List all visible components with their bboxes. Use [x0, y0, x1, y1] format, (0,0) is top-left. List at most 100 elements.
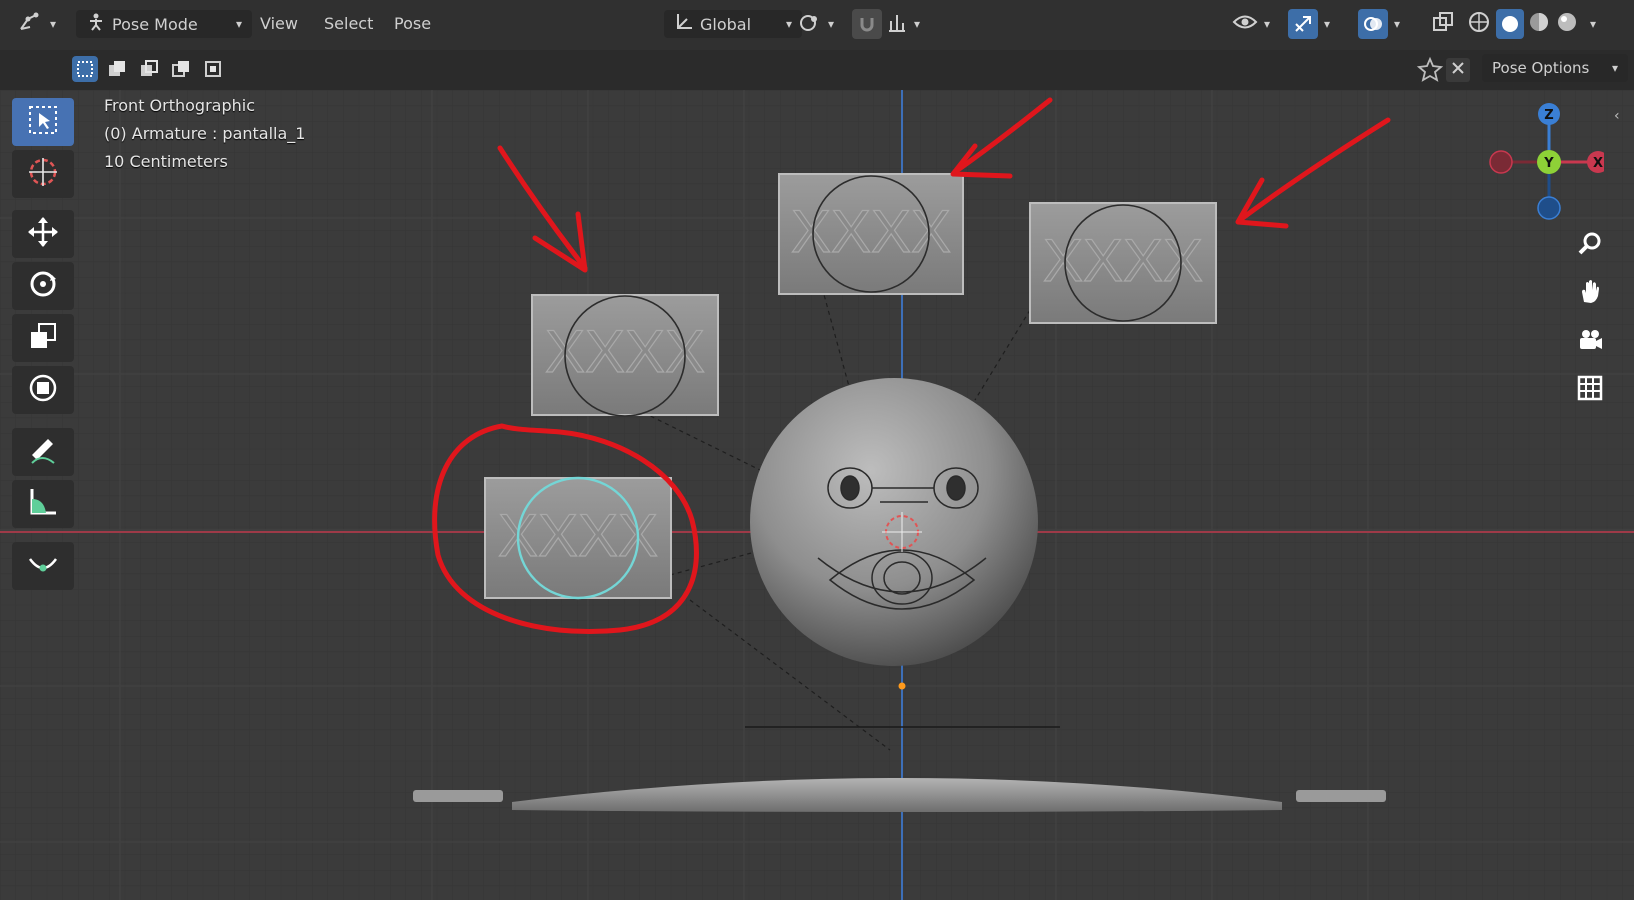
shading-wireframe-button[interactable] — [1468, 10, 1490, 38]
viewport-scene: XXXX XXXX XXXX XXXX — [0, 90, 1634, 900]
snap-target-button[interactable]: ▾ — [886, 10, 920, 38]
mode-dropdown[interactable]: Pose Mode ▾ — [76, 10, 252, 38]
menu-pose[interactable]: Pose — [394, 14, 431, 33]
annotate-tool[interactable] — [12, 428, 74, 476]
select-invert-icon[interactable] — [168, 56, 194, 82]
measure-icon — [26, 485, 60, 523]
select-new-icon[interactable] — [72, 56, 98, 82]
hand-icon — [1576, 278, 1604, 310]
select-subtract-icon[interactable] — [136, 56, 162, 82]
xray-icon — [1432, 11, 1454, 37]
gizmo-neg-x-axis[interactable] — [1489, 150, 1513, 174]
blender-window: ▾ Pose Mode ▾ View Select Pose Global ▾ … — [0, 0, 1634, 900]
zoom-button[interactable] — [1570, 226, 1610, 266]
view-name: Front Orthographic — [104, 96, 256, 115]
sidebar-toggle-chevron-icon[interactable]: ‹ — [1614, 108, 1620, 124]
magnifier-icon — [1576, 230, 1604, 262]
grid-icon — [1576, 374, 1604, 406]
screen-panel-3[interactable]: XXXX — [1029, 202, 1217, 324]
xray-toggle[interactable] — [1432, 10, 1454, 38]
transform-icon — [26, 371, 60, 409]
gizmo-z-label: Z — [1544, 108, 1553, 123]
shading-material-button[interactable] — [1528, 10, 1550, 38]
shading-options-button[interactable]: ▾ — [1590, 10, 1596, 38]
selection-mode-group — [72, 56, 226, 82]
chevron-down-icon: ▾ — [828, 17, 835, 31]
bone-curve-icon — [26, 547, 60, 585]
screen-panel-1[interactable]: XXXX — [531, 294, 719, 417]
pose-mode-icon — [86, 12, 106, 36]
move-icon — [26, 215, 60, 253]
cursor-icon — [26, 155, 60, 193]
transform-tool[interactable] — [12, 366, 74, 414]
eye-icon — [1232, 11, 1258, 37]
camera-view-button[interactable] — [1570, 322, 1610, 362]
visibility-button[interactable]: ▾ — [1232, 10, 1270, 38]
rotate-tool[interactable] — [12, 262, 74, 310]
snap-toggle[interactable] — [852, 9, 882, 39]
material-shading-icon — [1528, 11, 1550, 37]
shading-rendered-button[interactable] — [1556, 10, 1578, 38]
chevron-down-icon: ▾ — [235, 17, 242, 31]
chevron-down-icon: ▾ — [785, 17, 792, 31]
grid-scale-label: 10 Centimeters — [104, 152, 228, 171]
object-info: (0) Armature : pantalla_1 — [104, 124, 306, 143]
chevron-down-icon: ▾ — [1394, 17, 1401, 31]
orientation-label: Global — [700, 14, 752, 34]
chevron-down-icon: ▾ — [1611, 61, 1618, 75]
chevron-down-icon: ▾ — [1264, 17, 1271, 31]
snap-increment-icon — [886, 11, 908, 37]
transform-orientation-dropdown[interactable]: Global ▾ — [664, 10, 802, 38]
mode-label: Pose Mode — [112, 14, 198, 34]
shading-solid-button[interactable] — [1496, 9, 1524, 39]
head-sphere — [750, 378, 1038, 666]
armature-icon — [18, 11, 44, 37]
mirror-x-toggle[interactable] — [1446, 58, 1470, 82]
gizmo-icon — [1288, 9, 1318, 39]
menu-select[interactable]: Select — [324, 14, 373, 33]
perspective-toggle-button[interactable] — [1570, 370, 1610, 410]
pivot-point-button[interactable]: ▾ — [798, 10, 834, 38]
wireframe-shading-icon — [1468, 11, 1490, 37]
overlays-icon — [1358, 9, 1388, 39]
pan-button[interactable] — [1570, 274, 1610, 314]
gizmo-y-label: Y — [1543, 156, 1554, 171]
panel-text: XXXX — [1043, 227, 1203, 294]
select-box-tool[interactable] — [12, 98, 74, 146]
editor-type-button[interactable]: ▾ — [18, 10, 56, 38]
panel-text: XXXX — [791, 198, 951, 265]
cursor-tool[interactable] — [12, 150, 74, 198]
menu-view[interactable]: View — [260, 14, 298, 33]
3d-viewport[interactable]: XXXX XXXX XXXX XXXX Front Orthographic (… — [0, 90, 1634, 900]
chevron-down-icon: ▾ — [1324, 17, 1331, 31]
overlays-toggle[interactable]: ▾ — [1358, 9, 1401, 39]
orientation-icon — [674, 12, 694, 36]
origin-point — [898, 682, 906, 690]
screen-panel-2[interactable]: XXXX — [778, 173, 964, 295]
pose-library-icon[interactable] — [1416, 56, 1444, 88]
camera-icon — [1576, 326, 1604, 358]
bone-tool[interactable] — [12, 542, 74, 590]
measure-tool[interactable] — [12, 480, 74, 528]
pose-options-dropdown[interactable]: Pose Options ▾ — [1482, 54, 1628, 82]
select-intersect-icon[interactable] — [200, 56, 226, 82]
chevron-down-icon: ▾ — [50, 17, 57, 31]
pose-options-label: Pose Options — [1492, 59, 1590, 77]
chevron-down-icon: ▾ — [914, 17, 921, 31]
navigation-gizmo[interactable]: Z X Y — [1484, 96, 1604, 226]
mirror-x-icon — [1451, 61, 1465, 79]
rendered-shading-icon — [1556, 11, 1578, 37]
gizmo-neg-z-axis[interactable] — [1537, 196, 1561, 220]
gizmo-toggle[interactable]: ▾ — [1288, 9, 1331, 39]
move-tool[interactable] — [12, 210, 74, 258]
chevron-down-icon: ▾ — [1590, 17, 1597, 31]
select-extend-icon[interactable] — [104, 56, 130, 82]
screen-panel-selected[interactable]: XXXX — [484, 476, 672, 600]
viewport-header: ▾ Pose Mode ▾ View Select Pose Global ▾ … — [0, 0, 1634, 51]
scale-icon — [26, 319, 60, 357]
pencil-icon — [26, 433, 60, 471]
select-box-icon — [26, 103, 60, 141]
magnet-icon — [852, 9, 882, 39]
scale-tool[interactable] — [12, 314, 74, 362]
pivot-icon — [798, 11, 822, 37]
